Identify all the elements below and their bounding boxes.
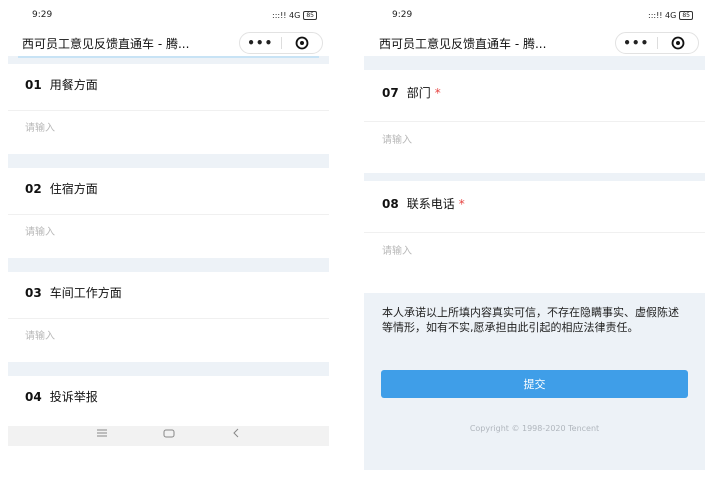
required-marker: * bbox=[434, 85, 441, 100]
declaration-section: 本人承诺以上所填内容真实可信，不存在隐瞒事实、虚假陈述等情形，如有不实,愿承担由… bbox=[364, 293, 705, 470]
miniprogram-capsule: ••• bbox=[239, 32, 323, 54]
question-card: 02 住宿方面 请输入 bbox=[8, 168, 329, 258]
target-icon bbox=[671, 36, 685, 50]
question-title: 01 用餐方面 bbox=[25, 77, 98, 93]
declaration-text: 本人承诺以上所填内容真实可信，不存在隐瞒事实、虚假陈述等情形，如有不实,愿承担由… bbox=[382, 306, 679, 334]
more-options-button[interactable]: ••• bbox=[616, 36, 657, 50]
submit-button[interactable]: 提交 bbox=[381, 370, 688, 398]
miniprogram-capsule: ••• bbox=[615, 32, 699, 54]
title-bar: 西可员工意见反馈直通车 - 腾... ••• bbox=[8, 30, 329, 56]
title-bar: 西可员工意见反馈直通车 - 腾... ••• bbox=[364, 30, 705, 56]
target-icon bbox=[295, 36, 309, 50]
signal-indicator: :::!! 4G bbox=[648, 10, 677, 20]
question-card: 04 投诉举报 bbox=[8, 376, 329, 426]
status-bar: 9:29 :::!! 4G 85 bbox=[364, 0, 705, 30]
question-card: 08 联系电话 * 请输入 bbox=[364, 181, 705, 293]
phone-input[interactable]: 请输入 bbox=[364, 232, 705, 292]
form-content: 07 部门 * 请输入 08 联系电话 * 请输入 本人承诺以上所填内容真实可信，不存在… bbox=[364, 56, 705, 470]
question-title: 02 住宿方面 bbox=[25, 181, 98, 197]
department-input[interactable]: 请输入 bbox=[364, 121, 705, 176]
copyright-text: Copyright © 1998-2020 Tencent bbox=[469, 424, 600, 433]
page-title: 西可员工意见反馈直通车 - 腾... bbox=[22, 36, 190, 51]
status-time: 9:29 bbox=[32, 10, 53, 20]
status-bar: 9:29 :::!! 4G 85 bbox=[8, 0, 329, 30]
battery-icon: 85 bbox=[303, 10, 317, 20]
question-title: 04 投诉举报 bbox=[25, 389, 98, 405]
question-title: 03 车间工作方面 bbox=[25, 285, 122, 301]
question-title: 08 联系电话 * bbox=[382, 196, 465, 212]
menu-icon[interactable] bbox=[92, 427, 112, 439]
close-miniprogram-button[interactable] bbox=[282, 36, 323, 50]
battery-icon: 85 bbox=[679, 10, 693, 20]
back-icon[interactable] bbox=[226, 427, 246, 439]
signal-indicator: :::!! 4G bbox=[272, 10, 301, 20]
more-options-button[interactable]: ••• bbox=[240, 36, 281, 50]
question-card: 03 车间工作方面 请输入 bbox=[8, 272, 329, 362]
right-phone-screen: 9:29 :::!! 4G 85 西可员工意见反馈直通车 - 腾... ••• … bbox=[364, 0, 705, 470]
close-miniprogram-button[interactable] bbox=[658, 36, 699, 50]
page-title: 西可员工意见反馈直通车 - 腾... bbox=[379, 36, 547, 51]
question-card: 01 用餐方面 请输入 bbox=[8, 64, 329, 154]
question-card: 07 部门 * 请输入 bbox=[364, 70, 705, 173]
home-icon[interactable] bbox=[159, 427, 179, 439]
status-time: 9:29 bbox=[392, 10, 413, 20]
left-phone-screen: 9:29 :::!! 4G 85 西可员工意见反馈直通车 - 腾... ••• … bbox=[8, 0, 329, 450]
form-content: 01 用餐方面 请输入 02 住宿方面 请输入 03 车间工作方面 请输入 04 投诉举… bbox=[8, 56, 329, 426]
required-marker: * bbox=[458, 196, 465, 211]
question-title: 07 部门 * bbox=[382, 85, 441, 101]
